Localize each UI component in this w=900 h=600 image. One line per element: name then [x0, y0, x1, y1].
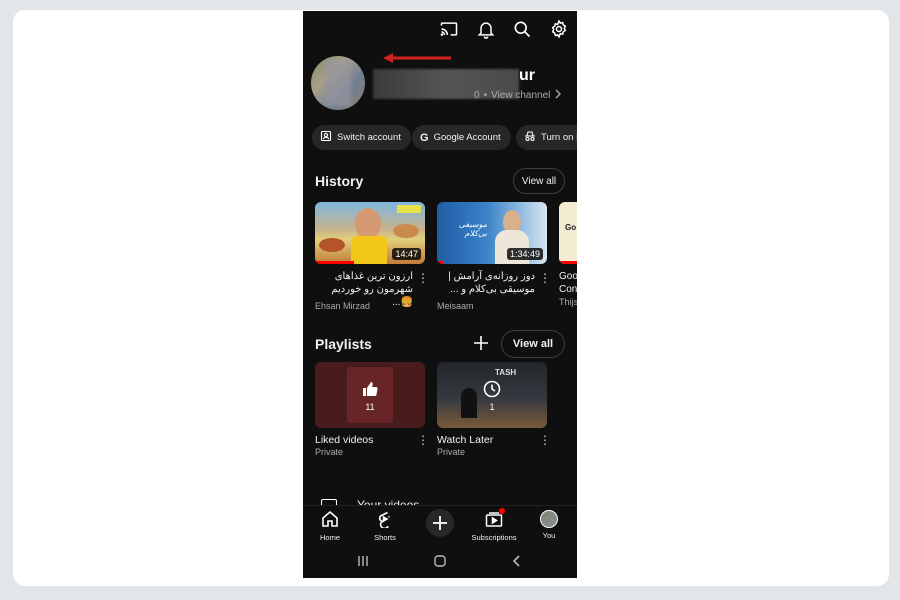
history-heading: History [315, 173, 364, 189]
thumbs-up-icon [360, 379, 380, 399]
nav-shorts[interactable]: Shorts [358, 510, 412, 542]
thumb-text: Go E [565, 223, 577, 232]
channel-handle: 0 [474, 90, 480, 101]
playlist-privacy: Private [315, 447, 344, 457]
nav-label: Subscriptions [471, 533, 517, 542]
add-playlist-icon[interactable] [471, 333, 491, 353]
video-duration: 1:34:49 [506, 248, 543, 260]
shorts-icon [376, 510, 394, 530]
bottom-navigation: Home Shorts Subscriptions You [303, 505, 577, 545]
history-video-channel: Thijs [559, 297, 577, 307]
incognito-icon [524, 130, 536, 145]
switch-account-icon [320, 130, 332, 145]
playlists-heading: Playlists [315, 336, 372, 352]
system-navigation-bar [303, 545, 577, 578]
watch-progress-bar [315, 261, 354, 264]
channel-avatar[interactable] [311, 56, 365, 110]
view-channel-link[interactable]: View channel [491, 90, 550, 101]
thumb-text: TASH [495, 368, 517, 377]
nav-subscriptions[interactable]: Subscriptions [467, 508, 521, 542]
thumb-calligraphy: موسیقی بی‌کلام [458, 220, 487, 238]
nav-label: Shorts [374, 533, 396, 542]
playlist-privacy: Private [437, 447, 466, 457]
more-options-icon[interactable]: ⋮ [417, 434, 429, 446]
recents-icon[interactable] [355, 553, 371, 569]
playlist-count: 1 [489, 402, 495, 412]
google-icon: G [420, 131, 429, 144]
incognito-chip[interactable]: Turn on In [516, 125, 577, 150]
chip-label: Switch account [337, 132, 401, 143]
history-video-title[interactable]: Goo Con [559, 270, 577, 296]
home-system-icon[interactable] [432, 553, 448, 569]
notification-dot [499, 508, 505, 514]
food-plate [393, 224, 419, 238]
history-video-channel: Meisaam [437, 301, 474, 311]
nav-label: You [542, 531, 556, 540]
watch-progress-bar [559, 261, 577, 264]
create-plus-icon[interactable] [426, 509, 454, 537]
more-options-icon[interactable]: ⋮ [417, 272, 429, 284]
thumb-badge [397, 205, 421, 213]
history-view-all-button[interactable]: View all [513, 168, 565, 194]
playlist-count: 11 [365, 402, 375, 412]
nav-label: Home [319, 533, 340, 542]
gear-icon[interactable] [547, 17, 571, 41]
history-video-thumbnail[interactable]: 14:47 [315, 202, 425, 264]
switch-account-chip[interactable]: Switch account [312, 125, 411, 150]
meta-separator: • [483, 90, 488, 101]
annotation-arrow-icon [381, 51, 453, 69]
playlist-title[interactable]: Watch Later [437, 434, 493, 446]
liked-videos-thumbnail[interactable]: 11 [315, 362, 425, 428]
youtube-you-screen: ur 0 • View channel Switch account G Goo… [303, 11, 577, 578]
history-video-thumbnail[interactable]: Go E [559, 202, 577, 264]
channel-meta: 0 • View channel [474, 89, 562, 102]
chip-label: Turn on In [541, 132, 577, 143]
history-video-title[interactable]: دوز روزانه‌ی آرامش | موسیقی بی‌کلام و ..… [437, 270, 535, 296]
watch-progress-bar [437, 261, 443, 264]
food-plate [319, 238, 345, 252]
playlists-view-all-button[interactable]: View all [501, 330, 565, 358]
you-avatar-icon [540, 510, 558, 528]
cast-icon[interactable] [437, 17, 461, 41]
history-video-thumbnail[interactable]: موسیقی بی‌کلام 1:34:49 [437, 202, 547, 264]
nav-you[interactable]: You [522, 510, 576, 540]
chevron-right-icon [554, 89, 562, 102]
video-duration: 14:47 [392, 248, 421, 260]
back-icon[interactable] [509, 553, 525, 569]
channel-name: ur [519, 67, 535, 84]
nav-home[interactable]: Home [303, 510, 357, 542]
more-options-icon[interactable]: ⋮ [539, 272, 551, 284]
history-video-channel: Ehsan Mirzad [315, 301, 371, 311]
google-account-chip[interactable]: G Google Account [412, 125, 511, 150]
playlist-title[interactable]: Liked videos [315, 434, 373, 446]
subscriptions-icon [485, 508, 505, 530]
watch-later-thumbnail[interactable]: TASH 1 [437, 362, 547, 428]
bell-icon[interactable] [474, 17, 498, 41]
search-icon[interactable] [510, 17, 534, 41]
clock-icon [482, 379, 502, 399]
home-icon [321, 510, 339, 530]
person-shirt [351, 236, 387, 264]
more-options-icon[interactable]: ⋮ [539, 434, 551, 446]
chip-label: Google Account [433, 132, 501, 143]
